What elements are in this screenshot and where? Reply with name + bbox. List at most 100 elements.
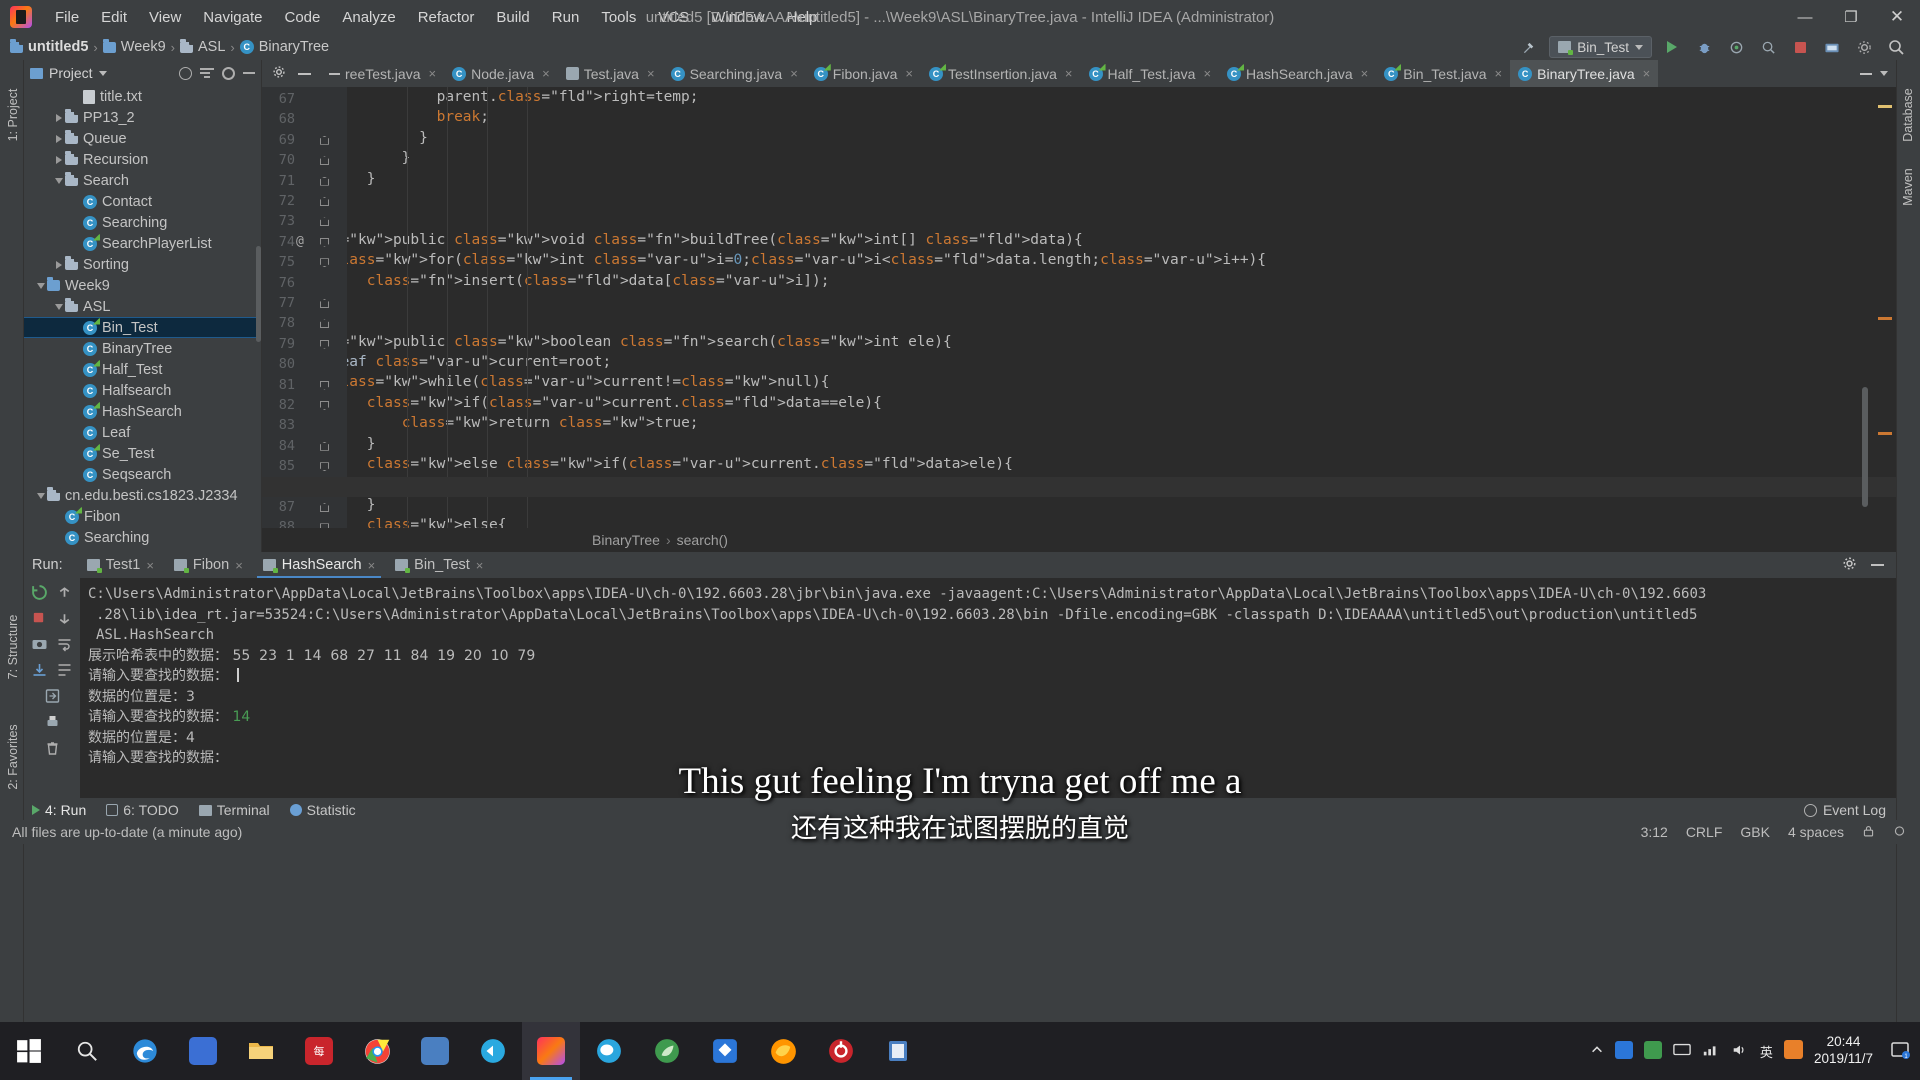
code-line[interactable]: parent.class="fld">right=temp; [262, 87, 1896, 107]
tray-app-2-icon[interactable] [1643, 1040, 1662, 1062]
wechat-icon[interactable] [580, 1022, 638, 1080]
run-tab-hashsearch[interactable]: HashSearch × [253, 552, 385, 578]
code-line[interactable]: } [262, 128, 1896, 148]
taskbar-clock[interactable]: 20:44 2019/11/7 [1814, 1034, 1879, 1068]
tree-item-title-txt[interactable]: title.txt [24, 86, 261, 107]
media-icon[interactable] [464, 1022, 522, 1080]
tree-item-se-test[interactable]: C Se_Test [24, 443, 261, 464]
run-toolbar[interactable]: Bin_Test [1517, 36, 1920, 58]
code-line[interactable]: class="kw">public class="kw">void class=… [262, 230, 1896, 250]
close-icon[interactable]: × [428, 66, 436, 81]
breadcrumb[interactable]: untitled5 › Week9 › ASL › C BinaryTree [10, 38, 329, 55]
menu-run[interactable]: Run [541, 5, 591, 30]
code-line[interactable]: class="kw">if(class="var-u">current.clas… [262, 393, 1896, 413]
netease-icon[interactable]: 每 [290, 1022, 348, 1080]
code-fold-up-icon[interactable] [319, 298, 331, 310]
run-tab-fibon[interactable]: Fibon × [164, 552, 253, 578]
run-tab-bin-test[interactable]: Bin_Test × [385, 552, 493, 578]
menu-window[interactable]: Window [700, 5, 775, 30]
code-line[interactable]: class="kw">for(class="kw">int class="var… [262, 250, 1896, 270]
close-icon[interactable]: × [790, 66, 798, 81]
editor-tab-reetest-java[interactable]: reeTest.java × [321, 60, 444, 87]
code-fold-up-icon[interactable] [319, 441, 331, 453]
close-icon[interactable]: × [1361, 66, 1369, 81]
code-line[interactable]: } [262, 434, 1896, 454]
run-configuration-selector[interactable]: Bin_Test [1549, 36, 1652, 58]
menu-help[interactable]: Help [776, 5, 829, 30]
editor-tab-actions[interactable] [1860, 71, 1896, 76]
editor-tab-fibon-java[interactable]: C Fibon.java × [806, 60, 921, 87]
editor-breadcrumb[interactable]: BinaryTree › search() [262, 528, 1896, 552]
store-icon[interactable] [696, 1022, 754, 1080]
close-button[interactable]: ✕ [1874, 0, 1920, 34]
tree-item-search[interactable]: Search [24, 170, 261, 191]
editor-tab-hashsearch-java[interactable]: C HashSearch.java × [1219, 60, 1376, 87]
build-hammer-icon[interactable] [1517, 36, 1541, 58]
update-project-icon[interactable] [1820, 36, 1844, 58]
editor-tab-test-java[interactable]: Test.java × [558, 60, 663, 87]
debug-button[interactable] [1692, 36, 1716, 58]
hide-panel-icon[interactable] [243, 72, 255, 74]
code-fold-up-icon[interactable] [319, 318, 331, 330]
code-line[interactable]: } [262, 209, 1896, 229]
locate-icon[interactable] [179, 66, 192, 80]
code-fold-dn-icon[interactable] [319, 257, 331, 269]
tree-item-bin-test[interactable]: C Bin_Test [24, 317, 261, 338]
chevron-right-icon[interactable] [52, 113, 65, 122]
code-fold-up-icon[interactable] [319, 155, 331, 167]
code-line[interactable]: Leaf class="var-u">current=root; [262, 352, 1896, 372]
code-line[interactable]: class="kw">return class="kw">true; [262, 413, 1896, 433]
editor-scrollbar[interactable] [1862, 387, 1868, 507]
soft-wrap-icon[interactable] [56, 636, 73, 653]
minimize-button[interactable]: — [1782, 0, 1828, 34]
tree-item-searching[interactable]: C Searching [24, 527, 261, 548]
hide-tabs-icon[interactable] [298, 72, 311, 75]
menu-navigate[interactable]: Navigate [192, 5, 273, 30]
close-icon[interactable]: × [542, 66, 550, 81]
apps-icon[interactable] [406, 1022, 464, 1080]
menu-refactor[interactable]: Refactor [407, 5, 486, 30]
editor-tab-half-test-java[interactable]: C Half_Test.java × [1081, 60, 1220, 87]
collapse-all-icon[interactable] [200, 68, 214, 78]
tree-item-cn-edu-besti-cs1823-j2334[interactable]: cn.edu.besti.cs1823.J2334 [24, 485, 261, 506]
stop-button[interactable] [1788, 36, 1812, 58]
profiler-button[interactable] [1756, 36, 1780, 58]
print-console-icon[interactable] [44, 714, 61, 731]
code-editor[interactable]: 67 68 69 70 71 72 73 74 @75 76 77 78 79 80 81 82 83 84 85 8… [262, 87, 1896, 552]
stop-icon[interactable] [31, 610, 48, 627]
leaf-icon[interactable] [638, 1022, 696, 1080]
chevron-right-icon[interactable] [52, 260, 65, 269]
project-tree[interactable]: title.txt PP13_2 Queue Recursion Search C Cont… [24, 86, 261, 552]
close-icon[interactable]: × [1065, 66, 1073, 81]
tree-item-searchplayerlist[interactable]: C SearchPlayerList [24, 233, 261, 254]
close-icon[interactable]: × [905, 66, 913, 81]
window-controls[interactable]: — ❐ ✕ [1782, 0, 1920, 34]
toolwindow-project-label[interactable]: 1: Project [6, 80, 20, 150]
toolwindow-database-label[interactable]: Database [1901, 80, 1915, 150]
notification-center-icon[interactable]: 1 [1890, 1041, 1910, 1062]
tree-item-contact[interactable]: C Contact [24, 191, 261, 212]
settings-gear-icon[interactable] [1852, 36, 1876, 58]
menu-edit[interactable]: Edit [90, 5, 138, 30]
system-tray[interactable]: 英 20:44 2019/11/7 1 [1590, 1034, 1920, 1068]
close-icon[interactable]: × [647, 66, 655, 81]
tree-item-week9[interactable]: Week9 [24, 275, 261, 296]
close-icon[interactable]: × [1203, 66, 1211, 81]
code-line[interactable]: } [262, 148, 1896, 168]
editor-tab-bin-test-java[interactable]: C Bin_Test.java × [1376, 60, 1510, 87]
editor-breadcrumb-method[interactable]: search() [677, 532, 728, 548]
code-line[interactable]: class="kw">while(class="var-u">current!=… [262, 372, 1896, 392]
window-icon[interactable] [870, 1022, 928, 1080]
code-line[interactable]: class="kw">public class="kw">boolean cla… [262, 332, 1896, 352]
close-icon[interactable]: × [1495, 66, 1503, 81]
search-everywhere-icon[interactable] [1884, 36, 1908, 58]
breadcrumb-asl[interactable]: ASL [198, 39, 225, 55]
menu-view[interactable]: View [138, 5, 192, 30]
chevron-right-icon[interactable] [52, 134, 65, 143]
editor-breadcrumb-class[interactable]: BinaryTree [592, 532, 660, 548]
code-fold-dn-icon[interactable] [319, 237, 331, 249]
run-panel-minimize-icon[interactable] [1871, 564, 1884, 566]
code-fold-up-icon[interactable] [319, 502, 331, 514]
trash-icon[interactable] [44, 740, 61, 757]
gutter-annotation-icon[interactable]: @ [296, 234, 304, 249]
